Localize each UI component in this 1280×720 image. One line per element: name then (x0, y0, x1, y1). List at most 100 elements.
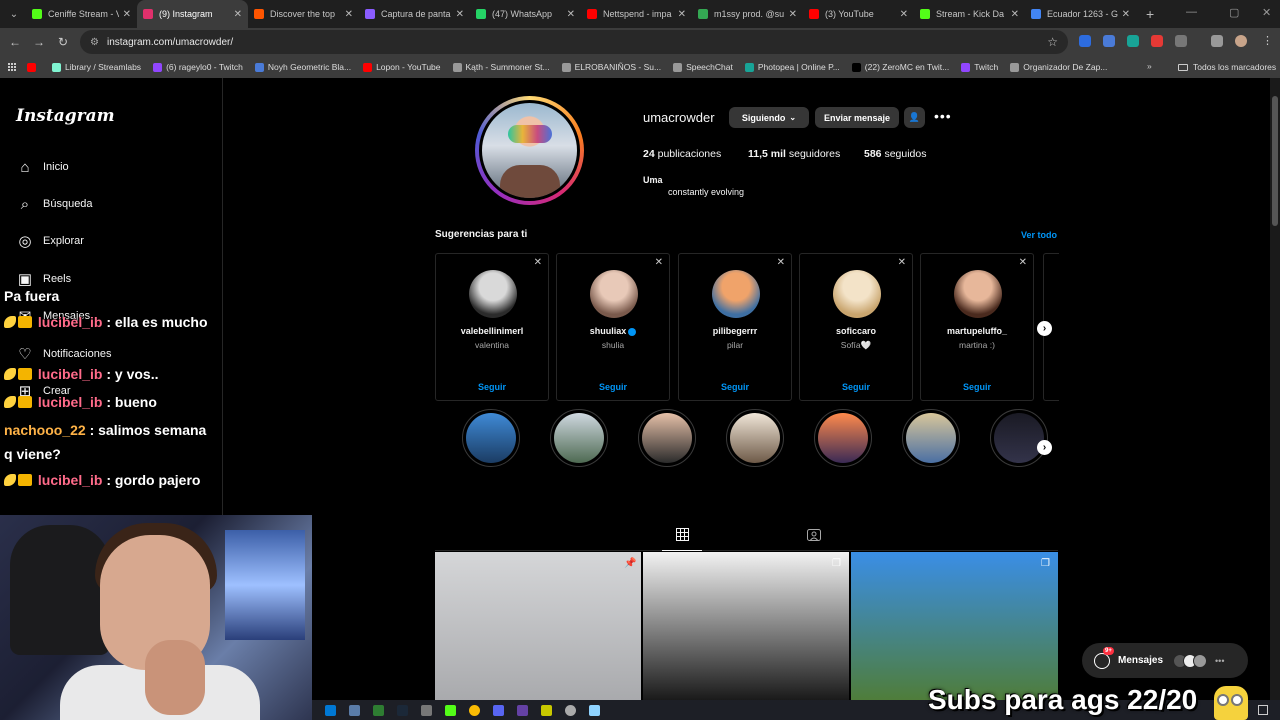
story-highlight[interactable] (726, 409, 784, 467)
bookmark-item[interactable]: Twitch (961, 62, 998, 72)
kick-icon[interactable] (445, 704, 456, 716)
bookmark-item[interactable]: Lopon - YouTube (363, 62, 441, 72)
dismiss-suggestion-icon[interactable]: ✕ (898, 257, 906, 268)
suggestion-avatar[interactable] (833, 270, 881, 318)
close-window-icon[interactable]: ✕ (1262, 6, 1271, 19)
minimize-icon[interactable]: — (1186, 6, 1197, 18)
bookmark-item[interactable]: Photopea | Online P... (744, 62, 840, 72)
app-icon[interactable] (541, 704, 552, 716)
sidebar-item-search[interactable]: ⌕ Búsqueda (16, 195, 93, 213)
bookmark-item[interactable]: Library / Streamlabs (52, 62, 141, 72)
close-tab-icon[interactable]: ✕ (567, 9, 575, 20)
profile-avatar-icon[interactable] (1235, 35, 1247, 47)
extension-icon[interactable] (1151, 35, 1163, 47)
suggested-users-button[interactable]: 👤 (904, 107, 925, 128)
follow-button[interactable]: Seguir (436, 382, 548, 392)
apps-grid-icon[interactable] (8, 62, 17, 72)
sidebar-item-heart[interactable]: ♡ Notificaciones (16, 345, 111, 363)
scrollbar-thumb[interactable] (1272, 96, 1278, 226)
post-thumbnail[interactable]: ❐ (851, 552, 1058, 700)
back-icon[interactable]: ← (3, 35, 27, 49)
outlook-icon[interactable] (325, 704, 336, 716)
browser-tab[interactable]: Captura de panta ✕ (359, 0, 470, 28)
discord-icon[interactable] (493, 704, 504, 716)
suggestions-next-arrow-icon[interactable]: › (1037, 321, 1052, 336)
bookmark-item[interactable]: Kąth - Summoner St... (452, 62, 550, 72)
page-scrollbar[interactable] (1270, 78, 1280, 700)
bookmark-item[interactable]: (22) ZeroMC en Twit... (851, 62, 949, 72)
app-icon[interactable] (421, 704, 432, 716)
bookmark-item[interactable]: ELROBANIÑOS - Su... (561, 62, 661, 72)
maximize-icon[interactable]: ▢ (1229, 6, 1239, 19)
notification-icon[interactable] (1258, 705, 1268, 715)
follow-button[interactable]: Seguir (921, 382, 1033, 392)
suggestion-username[interactable]: pilibegerrr (679, 326, 791, 336)
suggestion-username[interactable]: valebellinimerl (436, 326, 548, 336)
send-message-button[interactable]: Enviar mensaje (815, 107, 899, 128)
suggestion-avatar[interactable] (469, 270, 517, 318)
close-tab-icon[interactable]: ✕ (123, 9, 131, 20)
following-button[interactable]: Siguiendo ⌄ (729, 107, 809, 128)
close-tab-icon[interactable]: ✕ (900, 9, 908, 20)
follow-button[interactable]: Seguir (800, 382, 912, 392)
close-tab-icon[interactable]: ✕ (234, 9, 242, 20)
close-tab-icon[interactable]: ✕ (789, 9, 797, 20)
browser-tab[interactable]: Discover the top ✕ (248, 0, 359, 28)
forward-icon[interactable]: → (27, 35, 51, 49)
profile-avatar-story-ring[interactable] (475, 96, 584, 205)
dismiss-suggestion-icon[interactable]: ✕ (655, 257, 663, 268)
tab-tagged[interactable] (804, 528, 824, 548)
bookmark-item[interactable]: SpeechChat (673, 62, 733, 72)
more-bookmarks-icon[interactable]: » (1147, 61, 1152, 71)
story-highlight[interactable] (814, 409, 872, 467)
following-stat[interactable]: 586 seguidos (864, 148, 926, 160)
browser-tab[interactable]: (3) YouTube ✕ (803, 0, 914, 28)
browser-tab[interactable]: (9) Instagram ✕ (137, 0, 248, 28)
instagram-logo[interactable]: Instagram (16, 106, 115, 126)
site-info-icon[interactable]: ⚙ (90, 37, 99, 48)
bookmark-item[interactable]: Organizador De Zap... (1010, 62, 1107, 72)
sidebar-item-compass[interactable]: ◎ Explorar (16, 232, 84, 250)
browser-tab[interactable]: Nettspend - impa ✕ (581, 0, 692, 28)
see-all-link[interactable]: Ver todo (1021, 230, 1057, 240)
bookmark-item[interactable] (27, 62, 40, 72)
story-highlight[interactable] (550, 409, 608, 467)
extensions-puzzle-icon[interactable] (1175, 35, 1187, 47)
extension-icon[interactable] (1103, 35, 1115, 47)
story-highlight[interactable] (990, 409, 1048, 467)
suggestion-username[interactable]: soficcaro (800, 326, 912, 336)
app-icon[interactable] (589, 704, 600, 716)
close-tab-icon[interactable]: ✕ (456, 9, 464, 20)
bookmark-item[interactable]: Noyh Geometric Bla... (254, 62, 351, 72)
browser-menu-icon[interactable]: ⋮ (1262, 34, 1273, 47)
browser-tab[interactable]: (47) WhatsApp ✕ (470, 0, 581, 28)
followers-stat[interactable]: 11,5 mil seguidores (748, 148, 840, 160)
close-tab-icon[interactable]: ✕ (345, 9, 353, 20)
obs-icon[interactable] (565, 704, 576, 716)
dismiss-suggestion-icon[interactable]: ✕ (1019, 257, 1027, 268)
browser-tab[interactable]: Ceniffe Stream - Vi ✕ (26, 0, 137, 28)
new-tab-button[interactable]: + (1146, 6, 1154, 22)
story-highlight[interactable] (462, 409, 520, 467)
all-bookmarks-folder[interactable]: Todos los marcadores (1178, 62, 1276, 72)
reload-icon[interactable]: ↻ (51, 35, 75, 49)
suggestion-username[interactable]: shuuliax (557, 326, 669, 336)
dismiss-suggestion-icon[interactable]: ✕ (777, 257, 785, 268)
dismiss-suggestion-icon[interactable]: ✕ (534, 257, 542, 268)
extension-icon[interactable] (1079, 35, 1091, 47)
suggestion-avatar[interactable] (954, 270, 1002, 318)
sidebar-item-home[interactable]: ⌂ Inicio (16, 158, 68, 176)
browser-tab[interactable]: Stream - Kick Da ✕ (914, 0, 1025, 28)
story-highlight[interactable] (902, 409, 960, 467)
excel-icon[interactable] (373, 704, 384, 716)
messages-floating-button[interactable]: 9+ Mensajes ••• (1082, 643, 1248, 678)
tab-menu-icon[interactable] (1211, 35, 1223, 47)
extension-icon[interactable] (1127, 35, 1139, 47)
suggestion-username[interactable]: martupeluffo_ (921, 326, 1033, 336)
close-tab-icon[interactable]: ✕ (1122, 9, 1130, 20)
suggestion-avatar[interactable] (712, 270, 760, 318)
app-icon[interactable] (349, 704, 360, 716)
suggestion-avatar[interactable] (590, 270, 638, 318)
app-icon[interactable] (517, 704, 528, 716)
follow-button[interactable]: Seguir (557, 382, 669, 392)
